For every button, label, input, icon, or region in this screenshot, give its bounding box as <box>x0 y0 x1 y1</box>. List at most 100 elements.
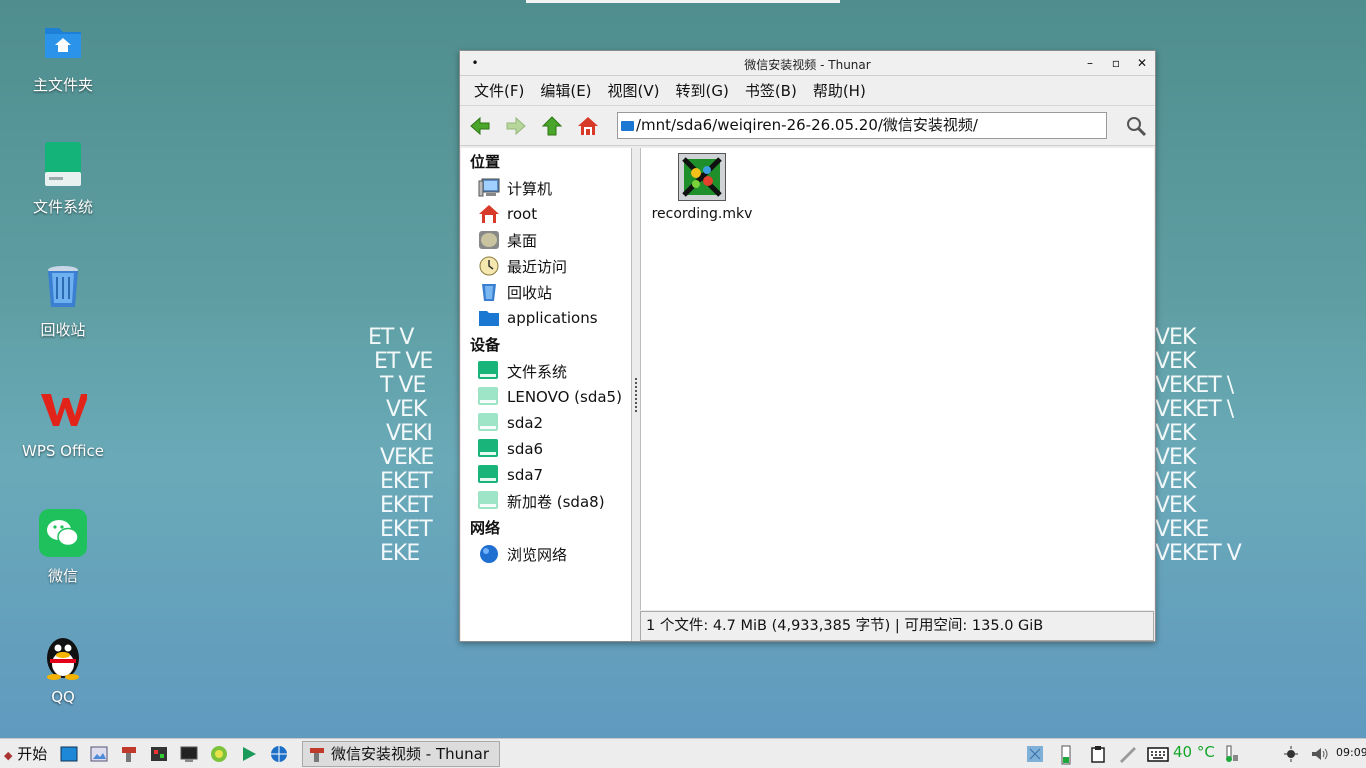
show-desktop-icon[interactable] <box>60 745 78 763</box>
file-view[interactable]: recording.mkv <box>640 148 1154 610</box>
desktop-icon-wechat[interactable]: 微信 <box>8 509 118 586</box>
sidebar-item-label: 浏览网络 <box>507 545 568 564</box>
sidebar-item-label: 计算机 <box>507 179 553 198</box>
home-folder-icon <box>39 18 87 66</box>
desktop-icon-label: 文件系统 <box>32 198 93 216</box>
computer-icon <box>478 178 500 198</box>
desktop-icon-label: 回收站 <box>40 321 86 339</box>
battery-icon[interactable] <box>1060 745 1072 765</box>
pen-icon[interactable] <box>1118 745 1138 763</box>
media-player-icon[interactable] <box>240 745 258 763</box>
drive-icon <box>478 361 500 381</box>
wechat-icon <box>39 509 87 557</box>
start-icon: ◆ <box>4 749 13 762</box>
desktop-icon-label: QQ <box>51 688 75 706</box>
file-item[interactable]: recording.mkv <box>647 153 757 222</box>
file-name: recording.mkv <box>651 206 753 222</box>
network-header: 网络 <box>470 519 501 537</box>
taskbar: ◆ 开始 微信安装视频 - Thunar 40 °C 09:09 <box>0 738 1366 768</box>
volume-icon[interactable] <box>1310 745 1328 763</box>
desktop-icon-label: 主文件夹 <box>32 76 93 94</box>
sidebar-item-applications[interactable]: applications <box>461 305 631 331</box>
network-tray-icon[interactable] <box>1026 745 1044 763</box>
home-icon[interactable] <box>577 115 599 137</box>
sidebar-item-sda5[interactable]: LENOVO (sda5) <box>461 384 631 410</box>
file-manager-icon <box>309 746 325 762</box>
up-arrow-icon[interactable] <box>541 115 563 137</box>
folder-icon <box>478 308 500 328</box>
sidebar-item-desktop[interactable]: 桌面 <box>461 227 631 253</box>
brightness-icon[interactable] <box>1283 745 1299 763</box>
menu-edit[interactable]: 编辑(E) <box>532 80 599 101</box>
terminal-icon[interactable] <box>180 745 198 763</box>
menu-help[interactable]: 帮助(H) <box>805 80 874 101</box>
close-button[interactable]: ✕ <box>1135 56 1149 70</box>
drive-icon <box>478 439 500 459</box>
location-text: /mnt/sda6/weiqiren-26-26.05.20/微信安装视频/ <box>636 116 978 134</box>
qq-icon <box>39 632 87 680</box>
minimize-button[interactable]: – <box>1083 56 1097 70</box>
task-label: 微信安装视频 - Thunar <box>331 745 489 763</box>
sidebar-item-label: sda2 <box>507 414 544 432</box>
clipboard-icon[interactable] <box>1090 745 1106 763</box>
sidebar-item-filesystem[interactable]: 文件系统 <box>461 358 631 384</box>
screenshot-icon[interactable] <box>150 745 168 763</box>
start-label: 开始 <box>17 745 48 763</box>
back-arrow-icon[interactable] <box>469 115 491 137</box>
menu-bookmarks[interactable]: 书签(B) <box>737 80 805 101</box>
sidebar-item-sda7[interactable]: sda7 <box>461 462 631 488</box>
toolbar: /mnt/sda6/weiqiren-26-26.05.20/微信安装视频/ <box>460 106 1155 146</box>
sidebar-item-browse-network[interactable]: 浏览网络 <box>461 541 631 567</box>
splitter-grip <box>635 378 637 412</box>
maximize-button[interactable]: ▫ <box>1109 56 1123 70</box>
video-file-icon <box>678 153 726 201</box>
top-panel-strip <box>526 0 840 3</box>
sidebar-item-root[interactable]: root <box>461 201 631 227</box>
sidebar-item-label: 最近访问 <box>507 257 568 276</box>
sidebar-item-recent[interactable]: 最近访问 <box>461 253 631 279</box>
desktop-icon-qq[interactable]: QQ <box>8 632 118 706</box>
trash-icon <box>39 263 87 311</box>
forward-arrow-icon[interactable] <box>505 115 527 137</box>
desktop-icon-trash[interactable]: 回收站 <box>8 263 118 340</box>
thermometer-icon <box>1223 745 1239 763</box>
sidebar-item-sda8[interactable]: 新加卷 (sda8) <box>461 488 631 514</box>
file-manager-icon[interactable] <box>120 745 138 763</box>
browser-icon[interactable] <box>210 745 228 763</box>
window-titlebar[interactable]: • 微信安装视频 - Thunar – ▫ ✕ <box>460 51 1155 76</box>
menu-view[interactable]: 视图(V) <box>600 80 668 101</box>
sidebar-item-label: 新加卷 (sda8) <box>507 492 605 511</box>
clock[interactable]: 09:09 <box>1336 746 1366 759</box>
pane-splitter[interactable] <box>633 148 640 641</box>
menu-go[interactable]: 转到(G) <box>668 80 737 101</box>
clock-icon <box>478 256 500 276</box>
wallpaper-text-right: VEK VEK VEKET \ VEKET \ VEK VEK VEK VEK … <box>1155 326 1242 566</box>
sidebar-item-sda6[interactable]: sda6 <box>461 436 631 462</box>
sidebar-item-computer[interactable]: 计算机 <box>461 175 631 201</box>
start-button[interactable]: ◆ 开始 <box>4 743 47 765</box>
sidebar: 位置 计算机 root 桌面 最近访问 回收站 applications 设备 <box>461 148 632 641</box>
image-viewer-icon[interactable] <box>90 745 108 763</box>
sidebar-item-label: root <box>507 205 538 223</box>
menu-file[interactable]: 文件(F) <box>466 80 532 101</box>
desktop-icon-wps[interactable]: WPS Office <box>8 386 118 460</box>
sidebar-item-label: sda7 <box>507 466 544 484</box>
sidebar-item-label: sda6 <box>507 440 544 458</box>
location-input[interactable]: /mnt/sda6/weiqiren-26-26.05.20/微信安装视频/ <box>617 112 1107 139</box>
drive-icon <box>39 140 87 188</box>
keyboard-icon[interactable] <box>1147 745 1169 763</box>
network-browser-icon[interactable] <box>270 745 288 763</box>
taskbar-window-button[interactable]: 微信安装视频 - Thunar <box>302 741 500 767</box>
desktop-icon-home[interactable]: 主文件夹 <box>8 18 118 95</box>
trash-icon <box>478 282 500 302</box>
desktop-icon-filesystem[interactable]: 文件系统 <box>8 140 118 217</box>
places-header: 位置 <box>470 153 501 171</box>
sidebar-item-trash[interactable]: 回收站 <box>461 279 631 305</box>
desktop-icon <box>478 230 500 250</box>
sidebar-item-label: 回收站 <box>507 283 553 302</box>
search-icon[interactable] <box>1125 115 1147 137</box>
window-title: 微信安装视频 - Thunar <box>744 58 871 72</box>
desktop-icon-label: 微信 <box>47 567 78 585</box>
status-bar: 1 个文件: 4.7 MiB (4,933,385 字节) | 可用空间: 13… <box>640 611 1154 641</box>
sidebar-item-sda2[interactable]: sda2 <box>461 410 631 436</box>
